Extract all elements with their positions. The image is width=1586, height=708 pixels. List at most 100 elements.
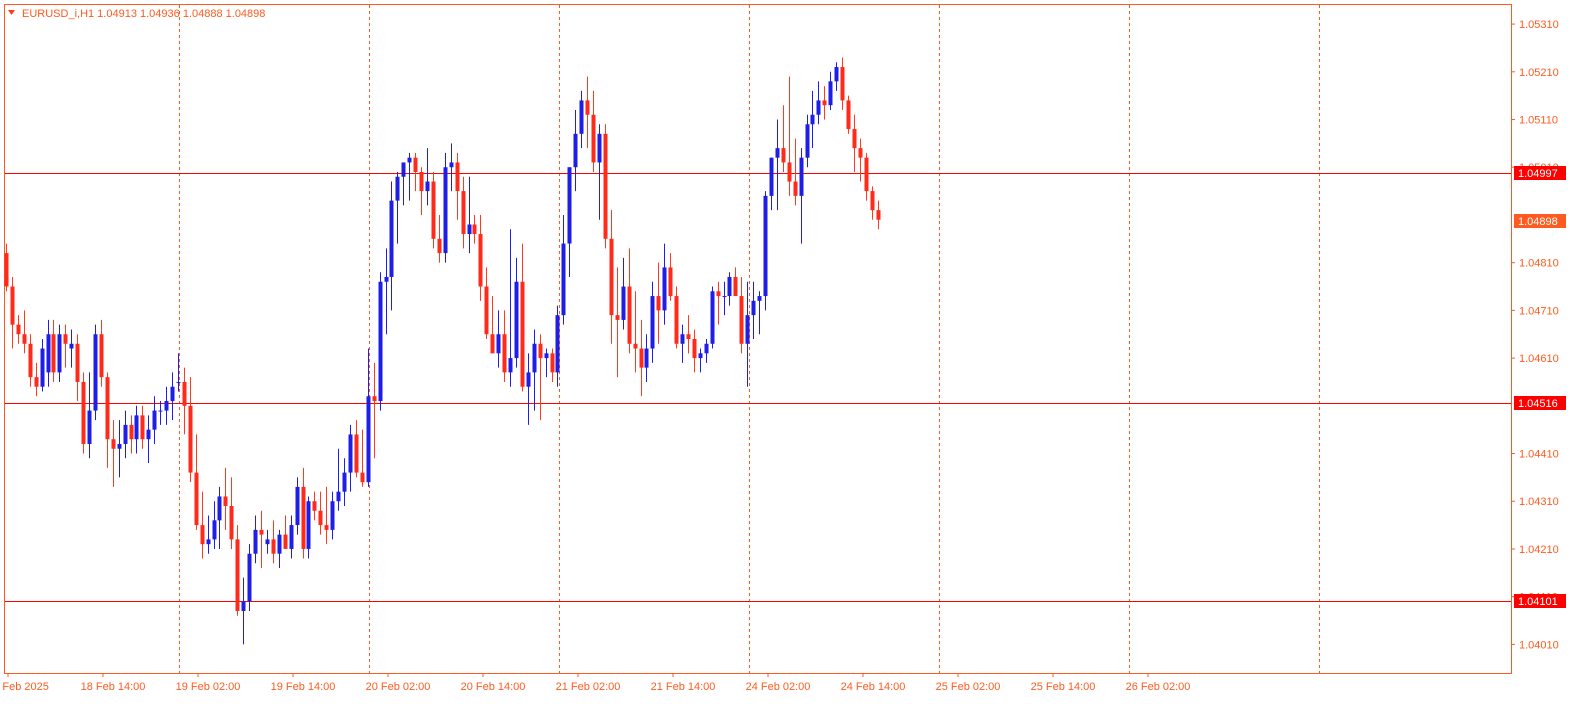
- candle-body: [567, 167, 572, 244]
- candle-body: [259, 529, 264, 535]
- candle-body: [615, 315, 620, 320]
- candle-body: [757, 296, 762, 301]
- candle-body: [544, 353, 549, 359]
- candle-body: [585, 100, 590, 115]
- candle-body: [478, 234, 483, 287]
- candle-body: [75, 343, 80, 382]
- price-tick-label: 1.04210: [1519, 544, 1559, 556]
- candle-body: [342, 472, 347, 492]
- candle-body: [57, 334, 62, 373]
- time-tick-label: 18 Feb 2025: [0, 681, 49, 693]
- candle-body: [99, 334, 104, 378]
- candle-body: [253, 529, 258, 554]
- candle-body: [200, 525, 205, 545]
- candle-body: [597, 133, 602, 163]
- candle-body: [28, 343, 33, 378]
- candle-body: [727, 276, 732, 297]
- candle-body: [289, 525, 294, 549]
- candle-body: [876, 210, 881, 220]
- candle-body: [467, 224, 472, 235]
- candle-body: [306, 501, 311, 549]
- candle-body: [277, 534, 282, 554]
- level-price-tag-label: 1.04516: [1518, 398, 1558, 410]
- candle-body: [745, 315, 750, 344]
- candle-body: [739, 296, 744, 344]
- candle-body: [526, 372, 531, 387]
- time-tick-label: 24 Feb 02:00: [746, 681, 811, 693]
- candle-body: [532, 343, 537, 373]
- candle-body: [158, 410, 163, 412]
- candle-body: [336, 491, 341, 502]
- time-tick-label: 25 Feb 14:00: [1031, 681, 1096, 693]
- candle-body: [206, 539, 211, 545]
- candlestick-chart[interactable]: 1.053101.052101.051101.050101.048101.047…: [0, 0, 1586, 708]
- candle-body: [828, 81, 833, 106]
- candle-body: [799, 157, 804, 196]
- candle-body: [51, 334, 56, 373]
- candle-body: [301, 486, 306, 549]
- candle-body: [633, 343, 638, 349]
- candle-body: [93, 334, 98, 411]
- candle-body: [722, 296, 727, 298]
- price-tick-label: 1.04610: [1519, 353, 1559, 365]
- candle-body: [686, 334, 691, 339]
- candle-body: [437, 238, 442, 254]
- candle-body: [805, 124, 810, 158]
- candle-body: [644, 348, 649, 368]
- candle-body: [407, 157, 412, 163]
- candle-body: [295, 486, 300, 526]
- candle-body: [840, 67, 845, 101]
- collapse-triangle-icon[interactable]: [8, 10, 15, 15]
- price-axis: 1.053101.052101.051101.050101.048101.047…: [1511, 19, 1566, 651]
- candle-body: [692, 339, 697, 359]
- candle-body: [508, 358, 513, 373]
- candle-body: [609, 238, 614, 316]
- candle-body: [858, 148, 863, 158]
- candle-body: [496, 334, 501, 354]
- candle-body: [40, 348, 45, 387]
- candle-body: [129, 424, 134, 440]
- candle-body: [105, 377, 110, 440]
- candle-body: [561, 243, 566, 316]
- candle-body: [834, 67, 839, 82]
- candle-body: [4, 253, 9, 287]
- time-axis: 18 Feb 2025 18 Feb 14:00 19 Feb 02:00 19 Fe…: [0, 673, 1190, 693]
- time-tick-label: 26 Feb 02:00: [1126, 681, 1191, 693]
- chart-window: 1.053101.052101.051101.050101.048101.047…: [0, 0, 1586, 708]
- candle-body: [816, 100, 821, 115]
- candle-body: [401, 162, 406, 177]
- candle-body: [550, 353, 555, 373]
- candle-body: [176, 381, 181, 383]
- candle-body: [140, 415, 145, 440]
- candle-body: [312, 501, 317, 511]
- candle-body: [69, 343, 74, 349]
- candle-body: [123, 424, 128, 444]
- candle-body: [674, 296, 679, 344]
- candle-body: [366, 396, 371, 483]
- candle-body: [870, 191, 875, 211]
- candle-body: [212, 520, 217, 540]
- candle-body: [668, 267, 673, 297]
- candle-body: [538, 343, 543, 359]
- candle-body: [852, 129, 857, 149]
- candle-body: [775, 148, 780, 158]
- time-tick-label: 20 Feb 14:00: [461, 681, 526, 693]
- candle-body: [810, 114, 815, 125]
- candle-body: [318, 510, 323, 526]
- candle-body: [117, 443, 122, 449]
- candle-body: [502, 334, 507, 373]
- candle-body: [389, 200, 394, 277]
- candle-body: [781, 148, 786, 163]
- candle-body: [324, 525, 329, 530]
- candle-body: [579, 100, 584, 134]
- candle-body: [461, 191, 466, 235]
- candle-body: [87, 410, 92, 444]
- candle-body: [372, 396, 377, 402]
- candle-body: [360, 472, 365, 483]
- candle-body: [490, 334, 495, 354]
- candle-body: [573, 133, 578, 168]
- candle-body: [449, 162, 454, 168]
- time-tick-label: 24 Feb 14:00: [841, 681, 906, 693]
- candle-body: [22, 334, 27, 344]
- candle-body: [188, 405, 193, 473]
